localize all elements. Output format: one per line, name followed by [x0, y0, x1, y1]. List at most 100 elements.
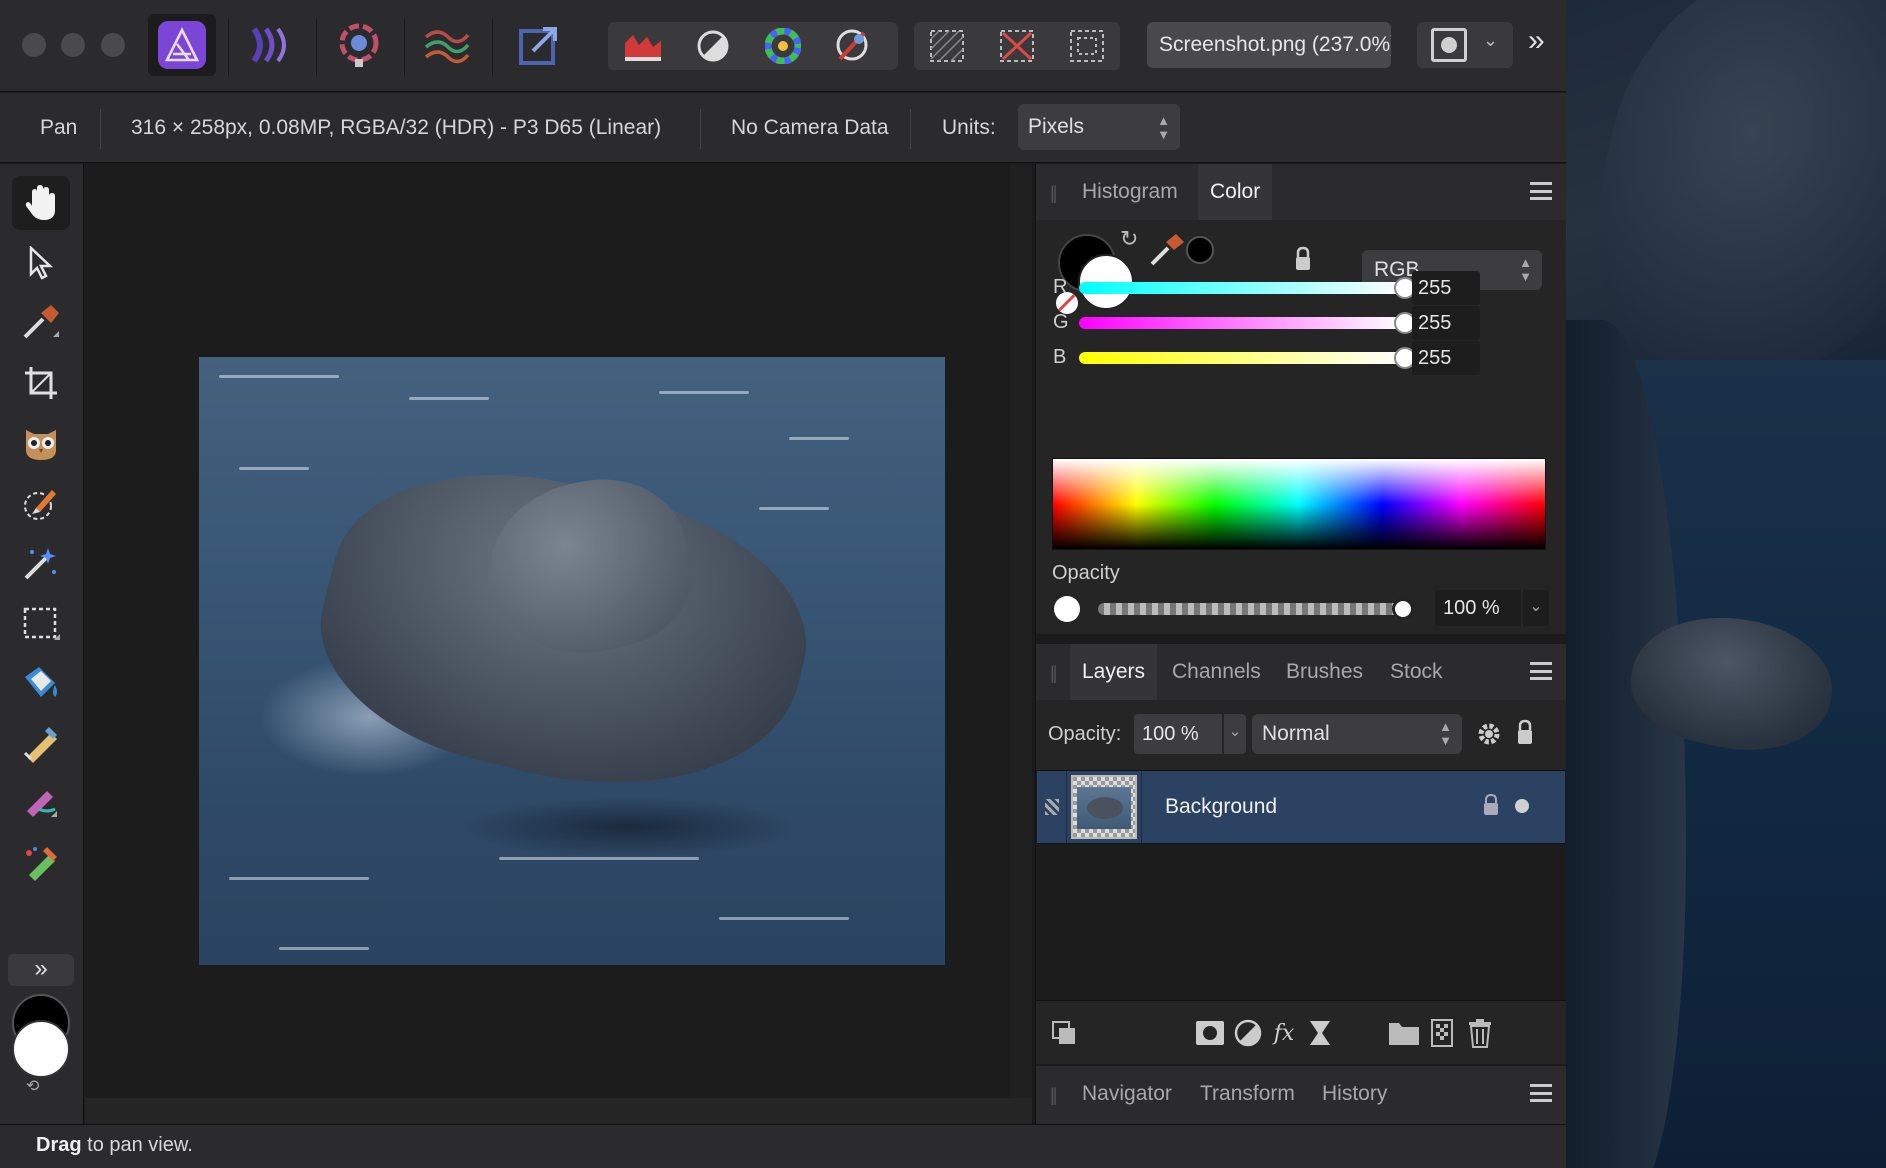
opacity-value[interactable]: 100 % [1435, 590, 1521, 626]
panel-grip-icon[interactable]: || [1050, 183, 1058, 204]
green-slider[interactable] [1079, 317, 1404, 329]
opacity-slider[interactable] [1098, 603, 1404, 615]
export-persona-button[interactable] [508, 14, 570, 76]
panel-menu-icon[interactable] [1530, 662, 1552, 680]
add-pixel-layer-icon[interactable] [1426, 1017, 1458, 1049]
opacity-label: Opacity [1052, 562, 1120, 584]
crop-tool[interactable] [12, 356, 70, 410]
chevron-down-icon[interactable]: ⌄ [1224, 714, 1246, 754]
blue-slider[interactable] [1079, 352, 1404, 364]
live-filter-icon[interactable] [1304, 1017, 1336, 1049]
rectangular-marquee-tool[interactable] [12, 596, 70, 650]
flood-fill-tool[interactable] [12, 656, 70, 710]
vertical-scrollbar[interactable] [1010, 164, 1032, 1098]
tab-transform[interactable]: Transform [1188, 1066, 1307, 1122]
updown-icon: ▲ ▼ [1157, 113, 1170, 142]
auto-levels-button[interactable] [612, 22, 674, 70]
trash-icon[interactable] [1464, 1017, 1496, 1049]
move-tool[interactable] [12, 236, 70, 290]
tab-navigator[interactable]: Navigator [1070, 1066, 1184, 1122]
blue-value[interactable]: 255 [1412, 341, 1480, 375]
horizontal-scrollbar[interactable] [85, 1098, 1032, 1124]
tab-brushes[interactable]: Brushes [1274, 644, 1375, 700]
flood-select-tool[interactable] [12, 536, 70, 590]
mask-layer-icon[interactable] [1194, 1017, 1226, 1049]
window-close-button[interactable] [22, 33, 46, 57]
panel-grip-icon[interactable]: || [1050, 663, 1058, 684]
visibility-icon[interactable] [1515, 799, 1529, 813]
liquify-persona-button[interactable] [240, 14, 302, 76]
photo-persona-icon [158, 21, 206, 69]
export-persona-icon [519, 27, 557, 65]
tab-history[interactable]: History [1310, 1066, 1399, 1122]
white-balance-icon [836, 29, 868, 61]
green-value[interactable]: 255 [1412, 306, 1480, 340]
eyedropper-icon [23, 305, 59, 339]
adjustment-layer-icon[interactable] [1232, 1017, 1264, 1049]
tools-overflow-button[interactable]: » [8, 954, 74, 986]
tone-mapping-persona-button[interactable] [416, 14, 478, 76]
invert-selection-button[interactable] [1056, 22, 1118, 70]
red-eye-tool[interactable] [12, 416, 70, 470]
layer-name[interactable]: Background [1165, 795, 1277, 819]
deselect-button[interactable] [986, 22, 1048, 70]
layer-drag-handle[interactable] [1037, 771, 1067, 843]
window-zoom-button[interactable] [101, 33, 125, 57]
red-slider[interactable] [1079, 282, 1404, 294]
panel-grip-icon[interactable]: || [1050, 1085, 1058, 1106]
tab-histogram[interactable]: Histogram [1070, 164, 1190, 220]
tab-stock[interactable]: Stock [1378, 644, 1455, 700]
units-select[interactable]: Pixels ▲ ▼ [1018, 104, 1180, 150]
pointer-icon [29, 246, 54, 280]
chevron-down-icon[interactable]: ⌄ [1523, 590, 1549, 626]
pan-tool[interactable] [12, 176, 70, 230]
document-title[interactable]: Screenshot.png (237.0%) [1147, 22, 1391, 68]
tab-channels[interactable]: Channels [1160, 644, 1273, 700]
blend-mode-select[interactable]: Normal ▲ ▼ [1252, 714, 1462, 754]
layer-row[interactable]: Background [1037, 770, 1565, 844]
eyedropper-icon[interactable] [1146, 230, 1186, 270]
swap-colors-icon[interactable]: ⟲ [26, 1076, 39, 1096]
document-image[interactable] [199, 357, 945, 965]
auto-contrast-button[interactable] [682, 22, 744, 70]
auto-white-balance-button[interactable] [822, 22, 884, 70]
toolbar-overflow-button[interactable]: » [1528, 24, 1545, 58]
develop-persona-button[interactable] [328, 14, 390, 76]
paint-brush-tool[interactable] [12, 716, 70, 770]
opacity-slider-knob[interactable] [1392, 598, 1414, 620]
selection-brush-tool[interactable] [12, 476, 70, 530]
layer-opacity-input[interactable]: 100 % [1134, 714, 1222, 754]
color-spectrum[interactable] [1052, 458, 1546, 550]
photo-persona-button[interactable] [148, 14, 216, 76]
gear-icon[interactable] [1476, 721, 1502, 747]
lock-icon[interactable] [1516, 718, 1534, 746]
clone-brush-tool[interactable] [12, 776, 70, 830]
window-minimize-button[interactable] [61, 33, 85, 57]
red-value[interactable]: 255 [1412, 271, 1480, 305]
opacity-color-dot [1054, 596, 1080, 622]
panel-menu-icon[interactable] [1530, 182, 1552, 200]
clone-brush-icon [27, 791, 57, 817]
color-picker-tool[interactable] [12, 296, 70, 350]
swap-colors-icon[interactable]: ↻ [1120, 226, 1138, 252]
view-mode-dropdown[interactable]: ⌄ [1417, 22, 1513, 68]
auto-levels-icon [625, 35, 661, 61]
current-tool-label: Pan [40, 116, 78, 139]
lock-icon[interactable] [1294, 246, 1312, 272]
blue-label: B [1053, 346, 1067, 368]
tab-color[interactable]: Color [1198, 164, 1273, 220]
units-value: Pixels [1028, 115, 1085, 138]
fx-icon[interactable]: fx [1268, 1017, 1300, 1049]
healing-brush-tool[interactable] [12, 836, 70, 890]
lock-icon[interactable] [1483, 793, 1499, 817]
folder-icon[interactable] [1388, 1017, 1420, 1049]
status-text: to pan view. [81, 1134, 193, 1156]
layer-options-icon[interactable] [1048, 1017, 1080, 1049]
panel-menu-icon[interactable] [1530, 1084, 1552, 1102]
auto-colors-button[interactable] [752, 22, 814, 70]
layers-panel-tabs: || Layers Channels Brushes Stock [1036, 644, 1566, 700]
tab-layers[interactable]: Layers [1070, 644, 1158, 700]
select-all-button[interactable] [916, 22, 978, 70]
canvas-area[interactable] [85, 164, 1032, 1102]
primary-color-swatch[interactable] [12, 1020, 70, 1078]
